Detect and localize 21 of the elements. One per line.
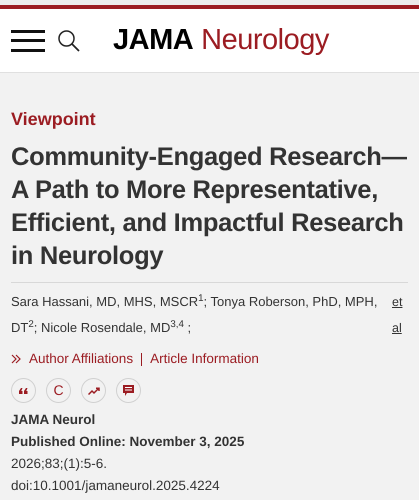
cite-button[interactable] (11, 378, 36, 404)
comment-button[interactable] (116, 378, 141, 404)
article-title: Community-Engaged Research—A Path to More Representative, Efficient, and Impactful Research in Neurology (11, 142, 408, 272)
quote-icon (19, 388, 28, 394)
metrics-button[interactable] (81, 378, 106, 404)
author-list: Sara Hassani, MD, MHS, MSCR$^{1}$; Tonya Roberson, PhD, MPH, DT$^{2}$; Nicole Rosendale, MD$^{3,4}$ ; (11, 289, 388, 341)
publication-date: Published Online: November 3, 2025 (11, 433, 246, 452)
et-al-link[interactable]: et al (392, 289, 408, 341)
permissions-button[interactable]: C (46, 378, 71, 404)
journal-abbreviation: JAMA Neurol (11, 411, 96, 430)
comment-icon (123, 385, 134, 396)
journal-logo[interactable]: JAMA Neurology (113, 18, 329, 62)
issue-info: 2026;83;(1):5-6. (11, 455, 108, 474)
menu-icon[interactable] (11, 30, 45, 52)
article-information-link[interactable]: Article Information (150, 349, 259, 370)
author-affiliations-link[interactable]: Author Affiliations (29, 349, 134, 370)
doi: doi:10.1001/jamaneurol.2025.4224 (11, 477, 221, 496)
trend-icon (88, 386, 100, 395)
article-type: Viewpoint (11, 108, 97, 131)
chevron-icon (11, 354, 21, 364)
search-icon[interactable] (57, 28, 81, 52)
